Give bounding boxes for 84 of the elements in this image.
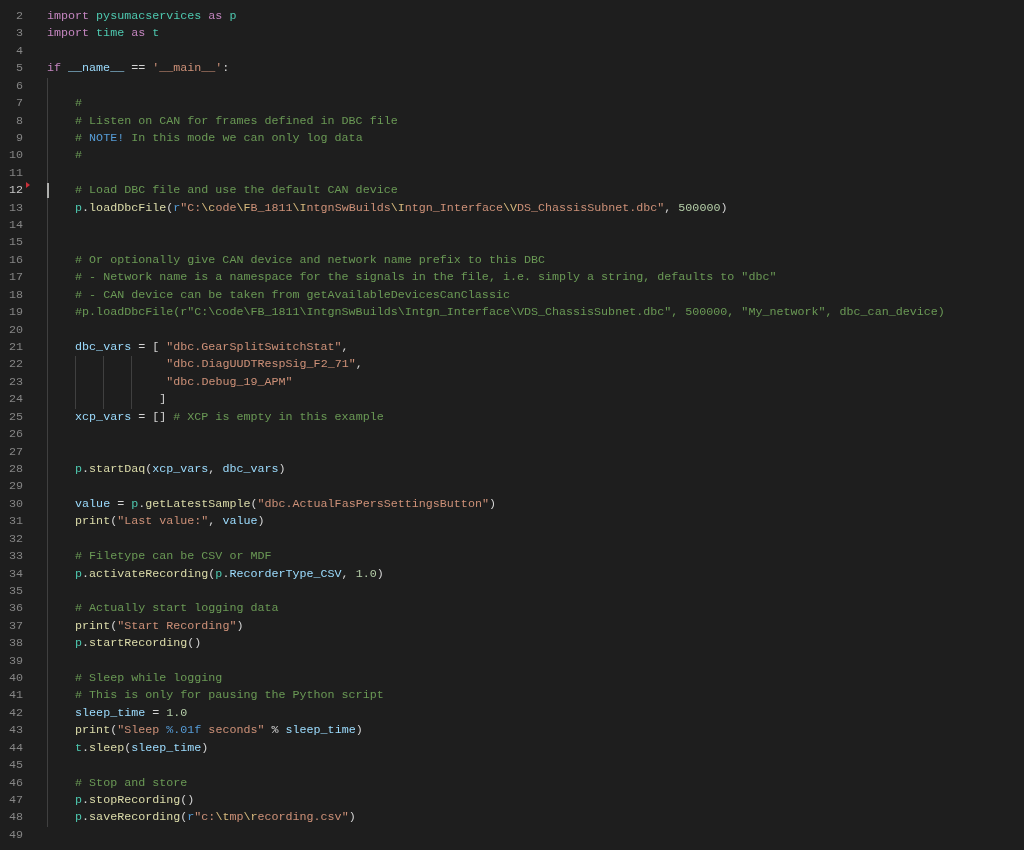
line-number: 9: [16, 129, 23, 147]
line-number: 29: [8, 478, 23, 496]
code-line: # Or optionally give CAN device and network name prefix to this DBC: [75, 251, 545, 269]
line-number: 7: [16, 95, 23, 113]
line-number: 49: [8, 826, 23, 844]
code-line: p.startRecording(): [75, 635, 202, 653]
line-number: 13: [8, 199, 23, 217]
code-line: #: [75, 95, 83, 113]
line-number: 2: [16, 8, 23, 25]
line-number: 12: [8, 182, 23, 200]
line-number: 19: [8, 304, 23, 322]
line-number: 46: [8, 774, 23, 792]
line-number: 17: [8, 269, 23, 287]
line-number: 41: [8, 687, 23, 705]
code-line: # - CAN device can be taken from getAvailableDevicesCanClassic: [75, 286, 510, 304]
line-number: 14: [8, 217, 23, 235]
line-number: 36: [8, 600, 23, 618]
line-number: 6: [16, 77, 23, 95]
line-number: 5: [16, 60, 23, 78]
code-line: value = p.getLatestSample("dbc.ActualFasPersSettingsButton"): [75, 495, 496, 513]
code-line: # Listen on CAN for frames defined in DBC file: [75, 112, 398, 130]
code-line: t.sleep(sleep_time): [75, 739, 209, 757]
code-line: sleep_time = 1.0: [75, 704, 188, 722]
line-number: 28: [8, 460, 23, 478]
code-line: xcp_vars = [] # XCP is empty in this example: [75, 408, 384, 426]
line-number: 35: [8, 582, 23, 600]
line-number: 30: [8, 495, 23, 513]
line-number: 4: [16, 42, 23, 60]
code-line: #: [75, 147, 83, 165]
code-line: # This is only for pausing the Python script: [75, 687, 384, 705]
line-number: 22: [8, 356, 23, 374]
code-line: p.loadDbcFile(r"C:\code\FB_1811\IntgnSwBuilds\Intgn_Interface\VDS_ChassisSubnet.dbc", 500000): [75, 199, 728, 217]
line-number: 27: [8, 443, 23, 461]
code-line: p.startDaq(xcp_vars, dbc_vars): [75, 460, 286, 478]
code-line: if __name__ == '__main__':: [47, 60, 230, 78]
code-line: #p.loadDbcFile(r"C:\code\FB_1811\IntgnSwBuilds\Intgn_Interface\VDS_ChassisSubnet.dbc", 500000, "My_network", dbc_can_device): [75, 304, 945, 322]
code-line: # Actually start logging data: [75, 600, 279, 618]
line-number: 31: [8, 513, 23, 531]
line-number: 24: [8, 391, 23, 409]
line-number: 42: [8, 704, 23, 722]
code-line: # - Network name is a namespace for the signals in the file, i.e. simply a string, defaults to "dbc": [75, 269, 777, 287]
code-line: import pysumacservices as p: [47, 8, 237, 25]
line-number: 18: [8, 286, 23, 304]
line-number: 43: [8, 722, 23, 740]
code-line: # Filetype can be CSV or MDF: [75, 548, 272, 566]
line-number: 16: [8, 251, 23, 269]
code-editor[interactable]: [0, 0, 1024, 850]
text-cursor: [47, 183, 49, 199]
line-number: 25: [8, 408, 23, 426]
line-number: 37: [8, 617, 23, 635]
line-number: 39: [8, 652, 23, 670]
code-line: "dbc.DiagUUDTRespSig_F2_71",: [166, 356, 363, 374]
line-number: 33: [8, 548, 23, 566]
code-line: p.stopRecording(): [75, 792, 195, 809]
line-number: 21: [8, 339, 23, 356]
code-line: # Load DBC file and use the default CAN device: [75, 182, 398, 200]
code-line: print("Start Recording"): [75, 617, 244, 635]
code-line: ]: [159, 391, 167, 409]
line-number: 48: [8, 809, 23, 827]
line-number: 3: [16, 25, 23, 43]
line-number: 45: [8, 757, 23, 775]
code-line: print("Sleep %.01f seconds" % sleep_time): [75, 722, 363, 740]
line-number: 10: [8, 147, 23, 165]
line-number: 32: [8, 530, 23, 548]
code-line: p.activateRecording(p.RecorderType_CSV, 1.0): [75, 565, 384, 583]
line-number: 20: [8, 321, 23, 339]
line-number: 15: [8, 234, 23, 252]
code-line: # NOTE! In this mode we can only log data: [75, 129, 363, 147]
line-number: 26: [8, 426, 23, 444]
code-line: dbc_vars = [ "dbc.GearSplitSwitchStat",: [75, 339, 349, 356]
line-number: 40: [8, 670, 23, 688]
code-line: print("Last value:", value): [75, 513, 265, 531]
code-line: "dbc.Debug_19_APM": [166, 373, 293, 391]
code-line: import time as t: [47, 25, 160, 43]
code-line: p.saveRecording(r"c:\tmp\recording.csv"): [75, 809, 356, 827]
line-number: 8: [16, 112, 23, 130]
line-number: 44: [8, 739, 23, 757]
line-number: 38: [8, 635, 23, 653]
line-number: 11: [8, 164, 23, 182]
line-number: 47: [8, 792, 23, 809]
line-number: 34: [8, 565, 23, 583]
line-number: 23: [8, 373, 23, 391]
code-line: # Stop and store: [75, 774, 188, 792]
code-line: # Sleep while logging: [75, 670, 223, 688]
